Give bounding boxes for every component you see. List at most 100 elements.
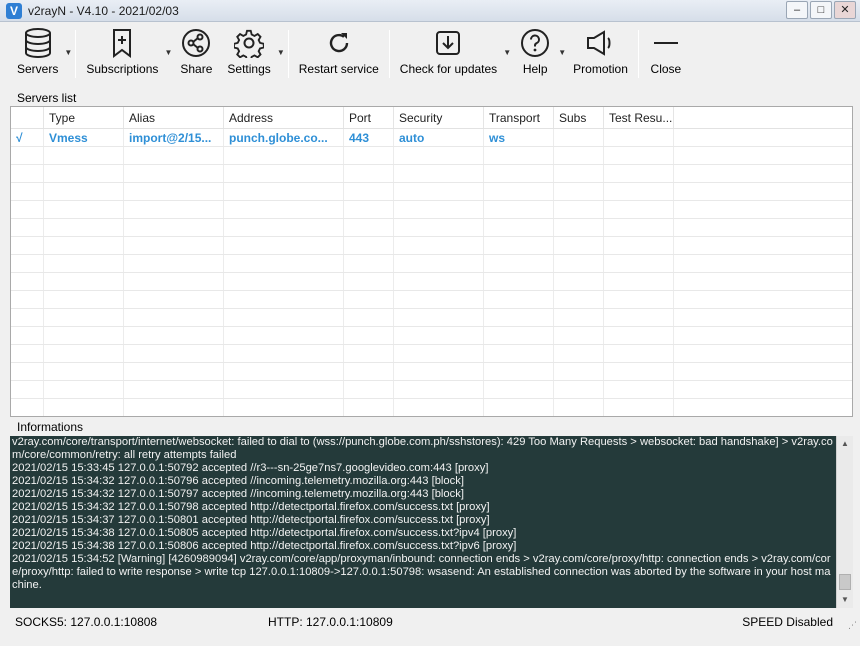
empty-cell — [11, 399, 44, 416]
gear-icon — [232, 26, 266, 59]
scrollbar-thumb[interactable] — [839, 574, 851, 590]
empty-cell — [11, 183, 44, 200]
empty-cell — [344, 291, 394, 308]
empty-cell — [394, 147, 484, 164]
check-for-updates-button[interactable]: Check for updates ▼ — [393, 26, 511, 82]
column-header-transport[interactable]: Transport — [484, 107, 554, 128]
row-address: punch.globe.co... — [224, 129, 344, 146]
settings-button[interactable]: Settings ▼ — [220, 26, 285, 82]
empty-cell — [124, 399, 224, 416]
restart-service-button[interactable]: Restart service — [292, 26, 386, 82]
empty-cell — [554, 201, 604, 218]
servers-list-header: Type Alias Address Port Security Transpo… — [11, 107, 852, 129]
empty-cell — [554, 147, 604, 164]
empty-cell — [344, 381, 394, 398]
empty-cell — [484, 309, 554, 326]
log-scrollbar[interactable]: ▲ ▼ — [836, 436, 853, 608]
promotion-button[interactable]: Promotion — [566, 26, 635, 82]
table-row[interactable]: √ Vmess import@2/15... punch.globe.co...… — [11, 129, 852, 147]
empty-cell — [394, 255, 484, 272]
empty-cell — [484, 381, 554, 398]
empty-cell — [554, 237, 604, 254]
empty-cell — [604, 273, 674, 290]
empty-row — [11, 399, 852, 416]
column-header-alias[interactable]: Alias — [124, 107, 224, 128]
download-icon — [431, 26, 465, 59]
servers-button[interactable]: Servers ▼ — [10, 26, 72, 82]
help-button[interactable]: Help ▼ — [511, 26, 566, 82]
informations-log[interactable]: v2ray.com/core/transport/internet/websoc… — [10, 436, 853, 608]
empty-cell — [604, 363, 674, 380]
column-header-subs[interactable]: Subs — [554, 107, 604, 128]
empty-cell — [11, 165, 44, 182]
empty-cell — [44, 219, 124, 236]
row-port: 443 — [344, 129, 394, 146]
empty-cell — [124, 273, 224, 290]
row-filler — [674, 129, 852, 146]
empty-cell — [344, 165, 394, 182]
empty-cell — [674, 255, 852, 272]
empty-cell — [124, 381, 224, 398]
empty-cell — [11, 201, 44, 218]
servers-list[interactable]: Type Alias Address Port Security Transpo… — [10, 106, 853, 417]
column-header-address[interactable]: Address — [224, 107, 344, 128]
empty-cell — [11, 237, 44, 254]
empty-cell — [344, 237, 394, 254]
empty-cell — [394, 291, 484, 308]
row-test-result — [604, 129, 674, 146]
empty-cell — [224, 147, 344, 164]
scroll-down-icon[interactable]: ▼ — [837, 592, 853, 608]
scroll-up-icon[interactable]: ▲ — [837, 436, 853, 452]
empty-cell — [224, 219, 344, 236]
maximize-button[interactable]: □ — [810, 1, 832, 19]
empty-cell — [674, 309, 852, 326]
subscriptions-button[interactable]: Subscriptions ▼ — [79, 26, 172, 82]
column-header-type[interactable]: Type — [44, 107, 124, 128]
http-status: HTTP: 127.0.0.1:10809 — [268, 615, 393, 629]
resize-grip-icon[interactable]: ⋰ — [848, 620, 857, 631]
row-type: Vmess — [44, 129, 124, 146]
empty-cell — [44, 309, 124, 326]
informations-title: Informations — [15, 420, 86, 434]
minimize-button[interactable]: – — [786, 1, 808, 19]
chevron-down-icon: ▼ — [503, 48, 512, 57]
empty-cell — [674, 381, 852, 398]
empty-cell — [44, 147, 124, 164]
close-window-button[interactable]: ✕ — [834, 1, 856, 19]
empty-row — [11, 345, 852, 363]
log-line: 2021/02/15 15:34:38 127.0.0.1:50806 acce… — [12, 540, 517, 552]
empty-cell — [44, 165, 124, 182]
close-button[interactable]: Close — [642, 26, 690, 82]
empty-cell — [124, 327, 224, 344]
empty-cell — [224, 399, 344, 416]
empty-cell — [604, 255, 674, 272]
column-header-active[interactable] — [11, 107, 44, 128]
empty-cell — [394, 327, 484, 344]
empty-cell — [224, 363, 344, 380]
empty-cell — [394, 237, 484, 254]
empty-cell — [11, 273, 44, 290]
log-line: 2021/02/15 15:34:38 127.0.0.1:50805 acce… — [12, 527, 517, 539]
empty-cell — [224, 183, 344, 200]
servers-label: Servers — [17, 62, 59, 76]
empty-cell — [224, 291, 344, 308]
help-icon — [518, 26, 552, 59]
empty-cell — [484, 201, 554, 218]
column-header-port[interactable]: Port — [344, 107, 394, 128]
empty-cell — [484, 345, 554, 362]
empty-cell — [224, 165, 344, 182]
column-header-test-result[interactable]: Test Resu... — [604, 107, 674, 128]
empty-cell — [394, 363, 484, 380]
empty-cell — [604, 147, 674, 164]
column-header-security[interactable]: Security — [394, 107, 484, 128]
empty-cell — [11, 363, 44, 380]
empty-row — [11, 273, 852, 291]
empty-cell — [124, 147, 224, 164]
megaphone-icon — [584, 26, 618, 59]
empty-cell — [124, 237, 224, 254]
empty-cell — [484, 219, 554, 236]
empty-cell — [604, 381, 674, 398]
empty-cell — [674, 363, 852, 380]
empty-cell — [394, 309, 484, 326]
share-button[interactable]: Share — [172, 26, 220, 82]
